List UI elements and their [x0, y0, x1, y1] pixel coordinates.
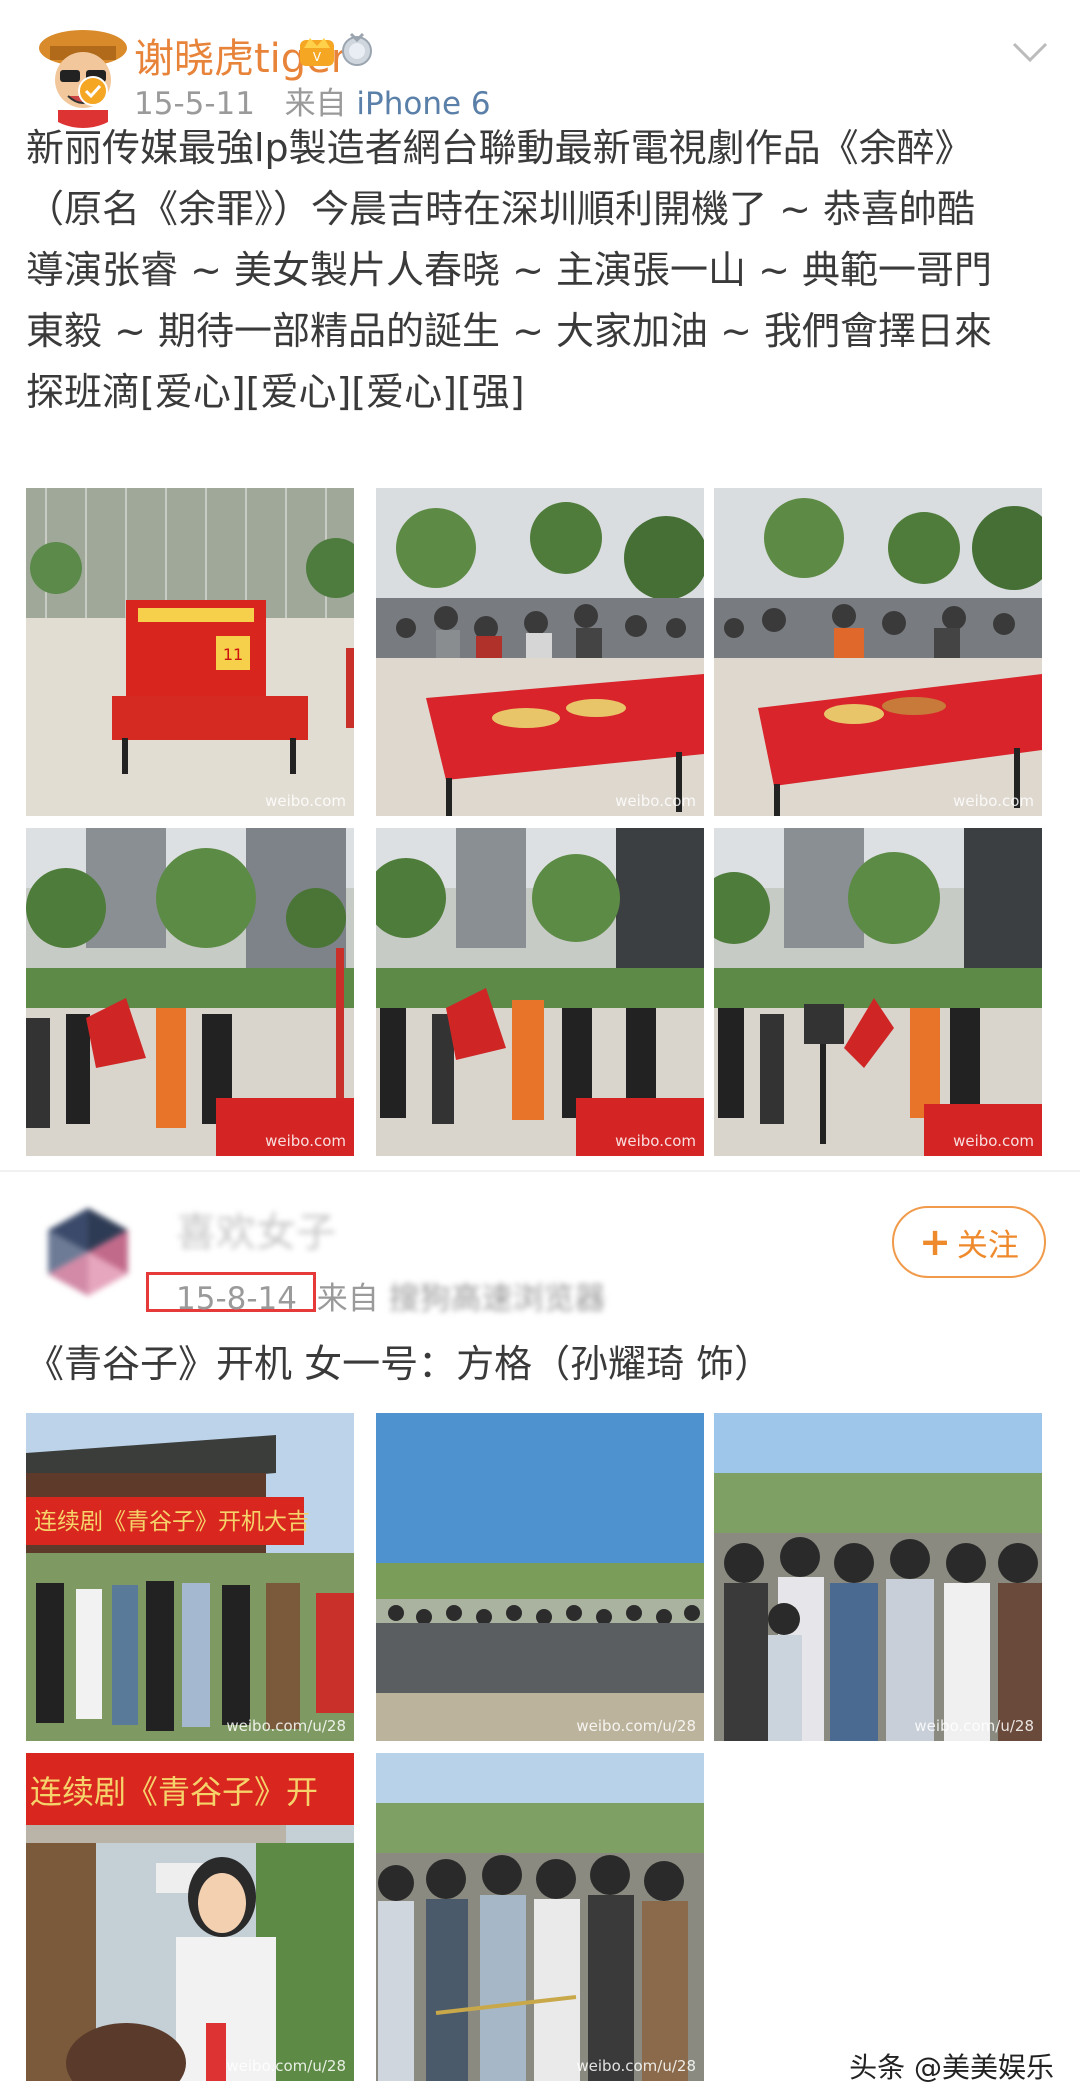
- photo-watermark: weibo.com/u/28: [226, 1717, 346, 1735]
- post-text: 《青谷子》开机 女一号：方格（孙耀琦 饰）: [26, 1342, 773, 1386]
- post-photo[interactable]: weibo.com/u/28: [714, 1413, 1042, 1741]
- vip-crown-icon: V: [298, 30, 336, 72]
- banner-text: 连续剧《青谷子》开: [30, 1773, 318, 1811]
- post-date: 15-5-11: [134, 86, 255, 122]
- source-prefix: 来自: [316, 1281, 379, 1317]
- photo-watermark: weibo.com/u/28: [914, 1717, 1034, 1735]
- photo-watermark: weibo.com/u/28: [576, 2057, 696, 2075]
- photo-watermark: weibo.com/u/28: [576, 1717, 696, 1735]
- text-line: 東毅 ~ 期待一部精品的誕生 ~ 大家加油 ~ 我們會擇日來: [26, 309, 992, 353]
- chevron-down-icon[interactable]: [1010, 40, 1050, 64]
- banner-text: 连续剧《青谷子》开机大吉: [34, 1509, 310, 1535]
- post-photo[interactable]: weibo.com/u/28: [376, 1753, 704, 2081]
- photo-watermark: weibo.com: [265, 1132, 346, 1150]
- photo-watermark: weibo.com: [265, 792, 346, 810]
- post-meta: 15-8-14 来自 搜狗高速浏览器: [176, 1273, 606, 1318]
- follow-button[interactable]: + 关注: [892, 1206, 1046, 1278]
- post-photo[interactable]: weibo.com: [376, 828, 704, 1156]
- photo-watermark: weibo.com: [615, 1132, 696, 1150]
- text-line: 探班滴[爱心][爱心][爱心][强]: [26, 370, 525, 414]
- username[interactable]: 喜欢女子: [176, 1200, 336, 1258]
- post-photo[interactable]: 连续剧《青谷子》开机大吉 weibo.com/u/28: [26, 1413, 354, 1741]
- source-prefix: 来自: [284, 86, 347, 122]
- post-photo[interactable]: 11 weibo.com: [26, 488, 354, 816]
- post-date: 15-8-14: [176, 1281, 297, 1317]
- svg-text:V: V: [313, 50, 322, 64]
- follow-label: 关注: [956, 1227, 1019, 1264]
- post-meta: 15-5-11 来自 iPhone 6: [134, 78, 491, 123]
- post-photo[interactable]: weibo.com: [714, 488, 1042, 816]
- verified-badge-icon: [78, 76, 108, 110]
- text-line: 新丽传媒最強lp製造者網台聯動最新電視劇作品《余醉》: [26, 126, 973, 170]
- text-line: （原名《余罪》）今晨吉時在深圳順利開機了 ~ 恭喜帥酷: [26, 187, 976, 231]
- post-divider: [0, 1170, 1080, 1172]
- avatar[interactable]: [36, 1200, 140, 1304]
- post-photo[interactable]: weibo.com: [376, 488, 704, 816]
- post-photo[interactable]: 连续剧《青谷子》开 weibo.com/u/28: [26, 1753, 354, 2081]
- photo-watermark: weibo.com: [615, 792, 696, 810]
- banner-number: 11: [223, 645, 243, 664]
- post-photo[interactable]: weibo.com/u/28: [376, 1413, 704, 1741]
- post-text: 新丽传媒最強lp製造者網台聯動最新電視劇作品《余醉》 （原名《余罪》）今晨吉時在…: [26, 118, 1066, 423]
- medal-icon: [340, 30, 374, 72]
- post-photo[interactable]: weibo.com: [26, 828, 354, 1156]
- photo-watermark: weibo.com/u/28: [226, 2057, 346, 2075]
- photo-watermark: weibo.com: [953, 1132, 1034, 1150]
- avatar[interactable]: [28, 18, 138, 128]
- source-link[interactable]: 搜狗高速浏览器: [389, 1281, 606, 1317]
- photo-watermark: weibo.com: [953, 792, 1034, 810]
- source-link[interactable]: iPhone 6: [356, 86, 490, 122]
- plus-icon: +: [919, 1220, 951, 1264]
- footer-brand: 头条 @美美娱乐: [849, 2051, 1054, 2084]
- post-photo[interactable]: weibo.com: [714, 828, 1042, 1156]
- text-line: 導演张睿 ~ 美女製片人春晓 ~ 主演張一山 ~ 典範一哥門: [26, 248, 992, 292]
